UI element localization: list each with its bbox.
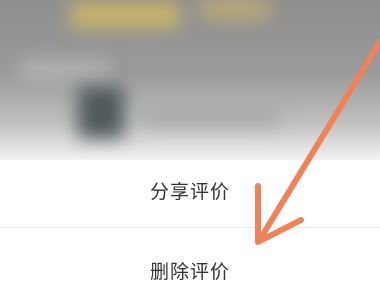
blurred-text-block [140,100,280,126]
divider [0,227,380,228]
blurred-background [0,0,380,160]
delete-review-button[interactable]: 删除评价 [0,240,380,296]
blurred-banner-secondary [200,0,270,18]
blurred-thumbnail [78,86,124,138]
blurred-text [20,60,110,80]
blurred-banner [70,2,180,28]
screen: 分享评价 删除评价 [0,0,380,296]
share-review-button[interactable]: 分享评价 [0,160,380,220]
action-sheet: 分享评价 删除评价 [0,160,380,296]
